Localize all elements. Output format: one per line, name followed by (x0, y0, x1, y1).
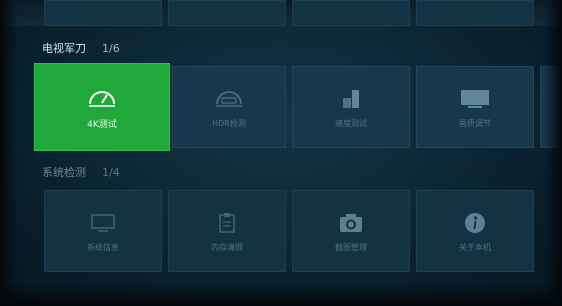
top-row-tile[interactable] (292, 0, 410, 26)
tile-label: 速度测试 (335, 118, 367, 128)
top-row-tile[interactable] (416, 0, 534, 26)
tile-label: HDR检测 (212, 118, 246, 128)
tile-about-device[interactable]: 关于本机 (416, 190, 534, 272)
tile-picture-adjust[interactable]: 画质调节 (416, 66, 534, 148)
bottom-vignette (0, 282, 562, 306)
section-counter: 1/4 (102, 166, 120, 179)
tile-hdr-check[interactable]: HDR检测 (172, 66, 286, 148)
top-row-tile[interactable] (44, 0, 162, 26)
section-counter: 1/6 (102, 42, 120, 55)
section-title: 系统检测 (42, 166, 86, 179)
tile-screenshot-manager[interactable]: 截图管理 (292, 190, 410, 272)
monitor-icon (459, 86, 491, 112)
info-icon (463, 210, 487, 236)
right-vignette (544, 0, 562, 306)
tile-label: 4K测试 (87, 119, 117, 130)
tile-speed-test[interactable]: 速度测试 (292, 66, 410, 148)
top-row-tile[interactable] (168, 0, 286, 26)
tile-label: 关于本机 (459, 242, 491, 252)
tv-screen: 电视军刀 1/6 4K测试 HDR检测 速度测试 画质调节 系统检测 1/4 系… (0, 0, 562, 306)
tile-memory-clean[interactable]: 内存清理 (168, 190, 286, 272)
tile-4k-test[interactable]: 4K测试 (34, 63, 170, 151)
tile-label: 截图管理 (335, 242, 367, 252)
tile-system-info[interactable]: 系统信息 (44, 190, 162, 272)
clipboard-icon (216, 210, 238, 236)
tile-label: 画质调节 (459, 118, 491, 128)
tile-label: 系统信息 (87, 242, 119, 252)
hdr-icon (214, 86, 244, 112)
bar-chart-icon (339, 86, 363, 112)
speedometer-icon (87, 85, 117, 111)
left-vignette (0, 0, 18, 306)
camera-icon (338, 210, 364, 236)
tile-label: 内存清理 (211, 242, 243, 252)
section-title: 电视军刀 (42, 42, 86, 55)
tv-icon (89, 210, 117, 236)
section-header-tv-tools: 电视军刀 1/6 (42, 40, 120, 56)
section-header-system-check: 系统检测 1/4 (42, 164, 120, 180)
